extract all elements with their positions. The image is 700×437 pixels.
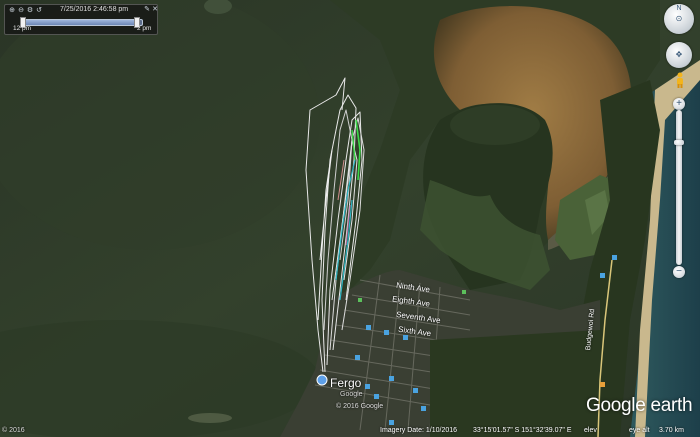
time-slider-track[interactable] <box>20 17 143 28</box>
time-slider-end-label: 2 pm <box>137 25 152 32</box>
map-viewport[interactable]: Fergo Google Ninth Ave Eighth Ave Sevent… <box>0 0 700 437</box>
close-icon[interactable]: ✕ <box>151 6 159 14</box>
wrench-icon[interactable]: ✎ <box>143 6 151 14</box>
zoom-slider-track[interactable] <box>676 110 682 265</box>
town-marker <box>316 374 328 386</box>
town-sublabel: Google <box>340 391 363 398</box>
time-slider-start-label: 12 pm <box>13 25 32 32</box>
time-slider-panel: ⊕ ⊖ ⚙ ↺ 7/25/2016 2:46:58 pm ✎ ✕ 12 pm 2… <box>4 4 158 35</box>
coordinates: 33°15'01.57" S 151°32'39.07" E <box>473 427 572 434</box>
time-slider-fill <box>22 20 138 25</box>
zoom-slider-handle[interactable] <box>674 140 684 145</box>
time-slider-time: 2:46:58 pm <box>93 6 129 13</box>
time-slider-date: 7/25/2016 <box>60 6 92 13</box>
zoom-out-time-icon[interactable]: ⊖ <box>17 7 25 15</box>
eye-alt-value: 3.70 km <box>659 427 684 434</box>
street-view-icon[interactable] <box>674 72 686 88</box>
eye-alt-label: eye alt <box>629 427 650 434</box>
compass-icon[interactable]: N ⊙ <box>664 4 694 34</box>
zoom-time-icon[interactable]: ⊕ <box>8 7 16 15</box>
status-bar: Imagery Date: 1/10/2016 33°15'01.57" S 1… <box>0 425 700 437</box>
minus-icon[interactable]: − <box>673 266 685 278</box>
town-label: Fergo <box>330 376 362 390</box>
reset-time-icon[interactable]: ↺ <box>35 7 43 15</box>
imagery-date: Imagery Date: 1/10/2016 <box>380 427 458 434</box>
google-earth-logo: Google earth <box>586 395 693 416</box>
settings-time-icon[interactable]: ⚙ <box>26 7 34 15</box>
satellite-imagery <box>0 0 700 437</box>
time-slider-datetime: 7/25/2016 2:46:58 pm <box>60 6 128 13</box>
plus-icon[interactable]: + <box>673 98 685 110</box>
elevation-label: elev <box>584 427 597 434</box>
inline-copyright: © 2016 Google <box>336 403 384 410</box>
pan-icon[interactable]: ✥ <box>666 42 692 68</box>
